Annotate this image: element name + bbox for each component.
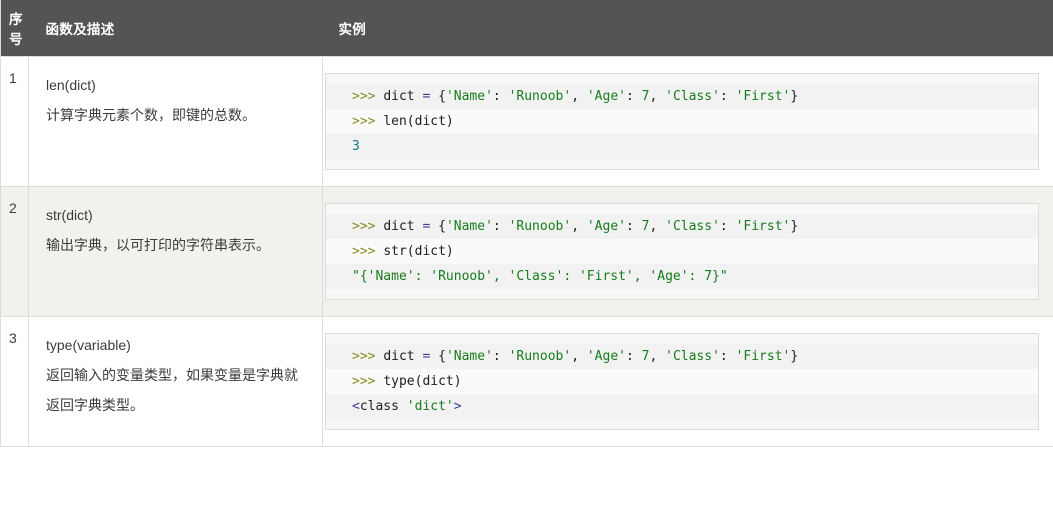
function-description-text: 输出字典，以可打印的字符串表示。 — [46, 237, 270, 253]
function-description-text: 返回输入的变量类型，如果变量是字典就返回字典类型。 — [46, 367, 298, 413]
code-token: type(dict) — [383, 374, 462, 389]
code-token: 'Age' — [586, 89, 626, 104]
code-token: str(dict) — [383, 244, 454, 259]
code-token: , — [571, 349, 587, 364]
code-block: >>> dict = {'Name': 'Runoob', 'Age': 7, … — [325, 333, 1039, 430]
code-token: } — [790, 349, 799, 364]
code-token: , — [649, 219, 666, 234]
code-line: 3 — [326, 134, 1038, 159]
code-token: >>> — [352, 219, 384, 234]
code-line: "{'Name': 'Runoob', 'Class': 'First', 'A… — [326, 264, 1038, 289]
code-token: > — [453, 399, 462, 414]
cell-sequence-number: 2 — [0, 186, 29, 317]
code-token: : — [625, 349, 642, 364]
table-row: 1 len(dict) 计算字典元素个数，即键的总数。 >>> dict = {'Na… — [0, 56, 1053, 187]
python-dict-functions-table-container: 序号 函数及描述 实例 1 len(dict) 计算字典元素个数，即键的总数。 >>>… — [0, 0, 1053, 510]
code-line: >>> len(dict) — [326, 109, 1038, 134]
code-token: 'Class' — [665, 219, 720, 234]
table-body: 1 len(dict) 计算字典元素个数，即键的总数。 >>> dict = {'Na… — [0, 56, 1053, 447]
function-signature: str(dict) — [46, 207, 93, 223]
code-line: <class 'dict'> — [326, 394, 1038, 419]
code-token: : — [492, 89, 509, 104]
code-token: } — [790, 219, 799, 234]
code-block: >>> dict = {'Name': 'Runoob', 'Age': 7, … — [325, 73, 1039, 170]
code-token: } — [790, 89, 799, 104]
code-token: >>> — [352, 89, 384, 104]
function-description-text: 计算字典元素个数，即键的总数。 — [46, 107, 256, 123]
column-header-description: 函数及描述 — [45, 22, 115, 37]
code-token: 'Name' — [445, 89, 493, 104]
code-line: >>> dict = {'Name': 'Runoob', 'Age': 7, … — [326, 84, 1038, 109]
table-row: 3 type(variable) 返回输入的变量类型，如果变量是字典就返回字典类型。… — [0, 316, 1053, 447]
code-token: 'First' — [735, 219, 791, 234]
code-token: : — [719, 349, 736, 364]
table-row: 2 str(dict) 输出字典，以可打印的字符串表示。 >>> dict = {'N… — [0, 186, 1053, 317]
code-token: "{'Name': 'Runoob', 'Class': 'First', 'A… — [352, 269, 728, 284]
cell-example: >>> dict = {'Name': 'Runoob', 'Age': 7, … — [322, 316, 1053, 447]
function-signature: type(variable) — [46, 337, 131, 353]
code-token: 'First' — [735, 89, 791, 104]
code-token: 'Name' — [445, 219, 493, 234]
column-header-sequence: 序号 — [9, 12, 23, 47]
function-signature: len(dict) — [46, 77, 96, 93]
code-token: >>> — [352, 349, 384, 364]
code-token: { — [438, 89, 446, 104]
code-token: { — [438, 219, 446, 234]
code-token: : — [719, 219, 736, 234]
code-token: , — [649, 349, 666, 364]
code-token: >>> — [352, 374, 384, 389]
code-token: 'Class' — [665, 89, 720, 104]
code-token: dict — [383, 349, 415, 364]
code-token: 3 — [352, 139, 360, 154]
code-line: >>> type(dict) — [326, 369, 1038, 394]
code-token: : — [625, 89, 642, 104]
code-line: >>> str(dict) — [326, 239, 1038, 264]
code-token: 'First' — [735, 349, 791, 364]
code-token: 'Runoob' — [508, 349, 572, 364]
cell-sequence-number: 1 — [0, 56, 29, 187]
cell-example: >>> dict = {'Name': 'Runoob', 'Age': 7, … — [322, 186, 1053, 317]
code-token: , — [571, 219, 587, 234]
code-token: : — [625, 219, 642, 234]
code-token: 'Name' — [445, 349, 493, 364]
python-dict-functions-table: 序号 函数及描述 实例 1 len(dict) 计算字典元素个数，即键的总数。 >>>… — [0, 0, 1053, 447]
code-token: 'Age' — [586, 349, 626, 364]
code-token: : — [492, 349, 509, 364]
code-token: < — [352, 399, 360, 414]
code-token: >>> — [352, 244, 384, 259]
code-token: dict — [383, 89, 415, 104]
code-token: : — [492, 219, 509, 234]
code-token: , — [649, 89, 666, 104]
code-token: 'dict' — [406, 399, 454, 414]
column-header-example: 实例 — [338, 22, 367, 37]
cell-function-description: type(variable) 返回输入的变量类型，如果变量是字典就返回字典类型。 — [28, 316, 323, 447]
code-token: : — [719, 89, 736, 104]
code-token: class — [359, 399, 407, 414]
code-line: >>> dict = {'Name': 'Runoob', 'Age': 7, … — [326, 214, 1038, 239]
cell-sequence-number: 3 — [0, 316, 29, 447]
code-token: >>> — [352, 114, 384, 129]
cell-example: >>> dict = {'Name': 'Runoob', 'Age': 7, … — [322, 56, 1053, 187]
code-token: dict — [383, 219, 415, 234]
code-block: >>> dict = {'Name': 'Runoob', 'Age': 7, … — [325, 203, 1039, 300]
code-token: , — [571, 89, 587, 104]
cell-function-description: str(dict) 输出字典，以可打印的字符串表示。 — [28, 186, 323, 317]
code-token: { — [438, 349, 446, 364]
code-token: 'Age' — [586, 219, 626, 234]
table-header-row: 序号 函数及描述 实例 — [0, 0, 1053, 57]
code-token: 'Runoob' — [508, 219, 572, 234]
code-token: 'Class' — [665, 349, 720, 364]
code-token: len(dict) — [383, 114, 454, 129]
table-header: 序号 函数及描述 实例 — [0, 0, 1053, 57]
code-line: >>> dict = {'Name': 'Runoob', 'Age': 7, … — [326, 344, 1038, 369]
cell-function-description: len(dict) 计算字典元素个数，即键的总数。 — [28, 56, 323, 187]
code-token: 'Runoob' — [508, 89, 572, 104]
